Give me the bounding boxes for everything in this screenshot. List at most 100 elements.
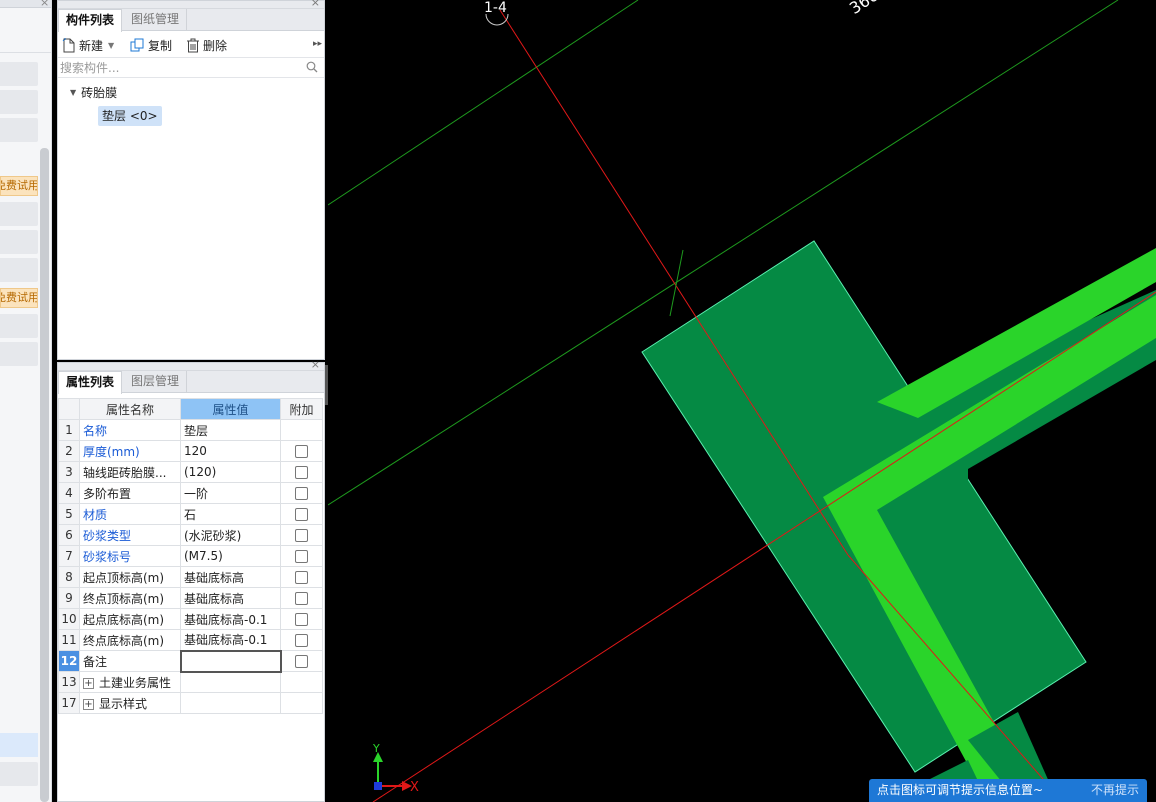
property-value[interactable]: 一阶: [180, 482, 281, 504]
property-value[interactable]: (120): [180, 461, 281, 483]
copy-button[interactable]: 复制: [130, 36, 172, 54]
extra-checkbox[interactable]: [295, 550, 308, 563]
extra-checkbox[interactable]: [295, 487, 308, 500]
tick-mark: [669, 249, 684, 317]
header-property-value[interactable]: 属性值: [180, 398, 281, 420]
hint-bar[interactable]: 点击图标可调节提示信息位置~ 不再提示: [869, 779, 1147, 802]
chevron-down-icon[interactable]: ▼: [108, 41, 114, 50]
extra-checkbox[interactable]: [295, 529, 308, 542]
table-row[interactable]: 8 起点顶标高(m) 基础底标高: [58, 566, 323, 588]
group-label: 土建业务属性: [99, 675, 172, 690]
sidebar-scrollbar[interactable]: [40, 148, 49, 802]
extra-checkbox[interactable]: [295, 613, 308, 626]
property-name: 起点顶标高(m): [79, 566, 181, 588]
property-name: 材质: [79, 503, 181, 525]
left-sidebar: × 免费试用 免费试用: [0, 0, 52, 802]
sidebar-item[interactable]: [0, 230, 38, 254]
search-icon[interactable]: [306, 61, 318, 73]
property-value[interactable]: 基础底标高: [180, 566, 281, 588]
property-name: 名称: [79, 419, 181, 441]
hint-text[interactable]: 点击图标可调节提示信息位置~: [877, 779, 1043, 802]
tab-drawing-management[interactable]: 图纸管理: [124, 9, 188, 31]
table-row[interactable]: 5 材质石: [58, 503, 323, 525]
sidebar-item[interactable]: [0, 762, 38, 786]
tree-node-child[interactable]: 垫层 <0>: [98, 106, 162, 126]
canvas-drawing: [328, 0, 1156, 802]
table-row[interactable]: 2 厚度(mm) 120: [58, 440, 323, 462]
tab-component-list[interactable]: 构件列表: [58, 9, 123, 32]
sidebar-item-selected[interactable]: [0, 733, 38, 757]
drawing-canvas[interactable]: 1-4 3600 Y X 点击图标可调节提示信息位置~ 不再提示: [328, 0, 1156, 802]
delete-button[interactable]: 删除: [186, 36, 227, 54]
extra-checkbox[interactable]: [295, 655, 309, 668]
tab-property-list[interactable]: 属性列表: [58, 371, 123, 394]
property-value[interactable]: (水泥砂浆): [180, 524, 281, 546]
property-group[interactable]: + 土建业务属性: [79, 671, 181, 693]
sidebar-item[interactable]: [0, 342, 38, 366]
property-value[interactable]: 基础底标高-0.1: [180, 629, 281, 651]
remark-input[interactable]: [179, 649, 282, 673]
sidebar-item[interactable]: [0, 314, 38, 338]
row-index: 2: [58, 440, 80, 462]
dont-show-again-link[interactable]: 不再提示: [1091, 779, 1139, 802]
table-row[interactable]: 1 名称 垫层: [58, 419, 323, 441]
table-row[interactable]: 4 多阶布置 一阶: [58, 482, 323, 504]
extra-cell: [280, 545, 323, 567]
property-value[interactable]: 基础底标高: [180, 587, 281, 609]
sidebar-item[interactable]: [0, 258, 38, 282]
extra-cell: [280, 587, 323, 609]
table-row-group[interactable]: 13 + 土建业务属性: [58, 671, 323, 693]
property-group[interactable]: + 显示样式: [79, 692, 181, 714]
property-name: 厚度(mm): [79, 440, 181, 462]
close-icon[interactable]: ×: [40, 0, 49, 9]
header-index: [58, 398, 80, 420]
table-row[interactable]: 6 砂浆类型 (水泥砂浆): [58, 524, 323, 546]
extra-checkbox[interactable]: [295, 634, 308, 647]
search-input[interactable]: [60, 59, 300, 76]
tab-layer-management[interactable]: 图层管理: [124, 371, 188, 393]
row-index: 17: [58, 692, 80, 714]
property-list-panel: × 属性列表 图层管理 属性名称 属性值 附加 1 名称 垫层 2 厚度(mm) 120…: [57, 358, 325, 802]
row-index: 5: [58, 503, 80, 525]
property-name: 终点底标高(m): [79, 629, 181, 651]
component-list-panel: × 构件列表 图纸管理 新建 ▼ 复制 删除 ▸▸ ▼ 砖胎膜 垫层 <0>: [57, 0, 325, 360]
table-row[interactable]: 9 终点顶标高(m) 基础底标高: [58, 587, 323, 609]
table-row[interactable]: 3 轴线距砖胎膜... (120): [58, 461, 323, 483]
table-row[interactable]: 10 起点底标高(m) 基础底标高-0.1: [58, 608, 323, 630]
table-row[interactable]: 7 砂浆标号 (M7.5): [58, 545, 323, 567]
extra-checkbox[interactable]: [295, 445, 308, 458]
extra-checkbox[interactable]: [295, 592, 308, 605]
header-property-name[interactable]: 属性名称: [79, 398, 181, 420]
property-value[interactable]: 基础底标高-0.1: [180, 608, 281, 630]
tree-node-parent[interactable]: ▼ 砖胎膜: [70, 84, 117, 101]
header-extra[interactable]: 附加: [280, 398, 323, 420]
more-icon[interactable]: ▸▸: [313, 39, 322, 49]
table-row-group[interactable]: 17 + 显示样式: [58, 692, 323, 714]
table-row-selected[interactable]: 12 备注: [58, 649, 323, 673]
new-button[interactable]: 新建 ▼: [62, 36, 114, 54]
row-index: 3: [58, 461, 80, 483]
sidebar-item[interactable]: [0, 118, 38, 142]
coord-x-label: X: [410, 780, 419, 795]
sidebar-item[interactable]: [0, 90, 38, 114]
extra-checkbox[interactable]: [295, 508, 308, 521]
extra-cell: [280, 566, 323, 588]
sidebar-item[interactable]: [0, 62, 38, 86]
property-value[interactable]: (M7.5): [180, 545, 281, 567]
extra-cell: [280, 440, 323, 462]
table-row[interactable]: 11 终点底标高(m) 基础底标高-0.1: [58, 629, 323, 651]
extra-cell: [280, 482, 323, 504]
extra-checkbox[interactable]: [295, 466, 308, 479]
property-value[interactable]: 石: [180, 503, 281, 525]
caret-down-icon[interactable]: ▼: [70, 88, 76, 97]
trial-badge[interactable]: 免费试用: [0, 288, 38, 308]
property-value[interactable]: 120: [180, 440, 281, 462]
extra-checkbox[interactable]: [295, 571, 308, 584]
trial-badge[interactable]: 免费试用: [0, 176, 38, 196]
sidebar-item[interactable]: [0, 202, 38, 226]
property-value[interactable]: 垫层: [180, 419, 281, 441]
close-icon[interactable]: ×: [311, 0, 320, 9]
expand-icon[interactable]: +: [83, 677, 94, 689]
expand-icon[interactable]: +: [83, 698, 94, 710]
close-icon[interactable]: ×: [311, 358, 320, 371]
